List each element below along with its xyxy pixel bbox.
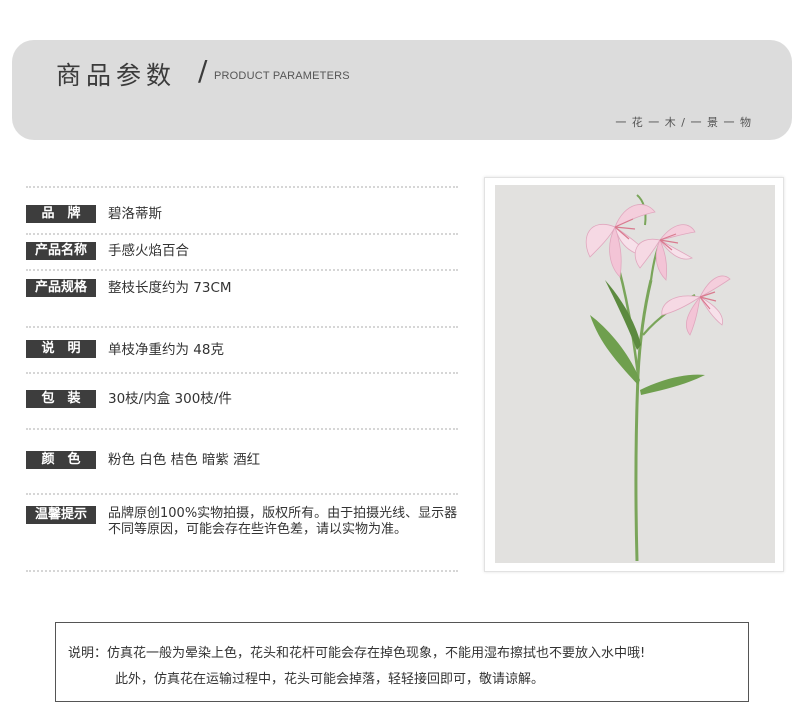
brand-label: 品 牌 bbox=[26, 205, 96, 223]
product-name-value: 手感火焰百合 bbox=[108, 243, 189, 259]
section-title: 商品参数 bbox=[56, 61, 177, 90]
flame-lily-image bbox=[495, 185, 775, 563]
product-size-value: 整枝长度约为 73CM bbox=[108, 280, 232, 296]
weight-label: 说 明 bbox=[26, 340, 96, 358]
notice-value: 品牌原创100%实物拍摄，版权所有。由于拍摄光线、显示器不同等原因，可能会存在些… bbox=[108, 506, 458, 537]
divider bbox=[26, 570, 458, 572]
colors-label: 颜 色 bbox=[26, 451, 96, 469]
divider bbox=[26, 326, 458, 328]
title-slash: / bbox=[198, 54, 208, 87]
care-note-box: 说明：仿真花一般为晕染上色，花头和花杆可能会存在掉色现象，不能用湿布擦拭也不要放… bbox=[55, 622, 749, 702]
product-name-label: 产品名称 bbox=[26, 242, 96, 260]
brand-tagline: 一 花 一 木 / 一 景 一 物 bbox=[615, 116, 752, 129]
colors-value: 粉色 白色 桔色 暗紫 酒红 bbox=[108, 452, 261, 468]
product-size-label: 产品规格 bbox=[26, 279, 96, 297]
care-note-line-1: 说明：仿真花一般为晕染上色，花头和花杆可能会存在掉色现象，不能用湿布擦拭也不要放… bbox=[68, 646, 646, 661]
divider bbox=[26, 233, 458, 235]
brand-value: 碧洛蒂斯 bbox=[108, 206, 162, 222]
packing-label: 包 装 bbox=[26, 390, 96, 408]
section-subtitle: PRODUCT PARAMETERS bbox=[214, 70, 350, 82]
care-note-line-2: 此外，仿真花在运输过程中，花头可能会掉落，轻轻接回即可，敬请谅解。 bbox=[115, 672, 545, 687]
divider bbox=[26, 269, 458, 271]
weight-value: 单枝净重约为 48克 bbox=[108, 342, 224, 358]
divider bbox=[26, 493, 458, 495]
header-banner: 商品参数 / PRODUCT PARAMETERS 一 花 一 木 / 一 景 … bbox=[12, 40, 792, 140]
flame-lily-illustration bbox=[585, 194, 731, 562]
divider bbox=[26, 428, 458, 430]
divider bbox=[26, 372, 458, 374]
notice-label: 温馨提示 bbox=[26, 506, 96, 524]
packing-value: 30枝/内盒 300枝/件 bbox=[108, 391, 232, 407]
product-photo-frame bbox=[484, 177, 784, 572]
divider bbox=[26, 186, 458, 188]
